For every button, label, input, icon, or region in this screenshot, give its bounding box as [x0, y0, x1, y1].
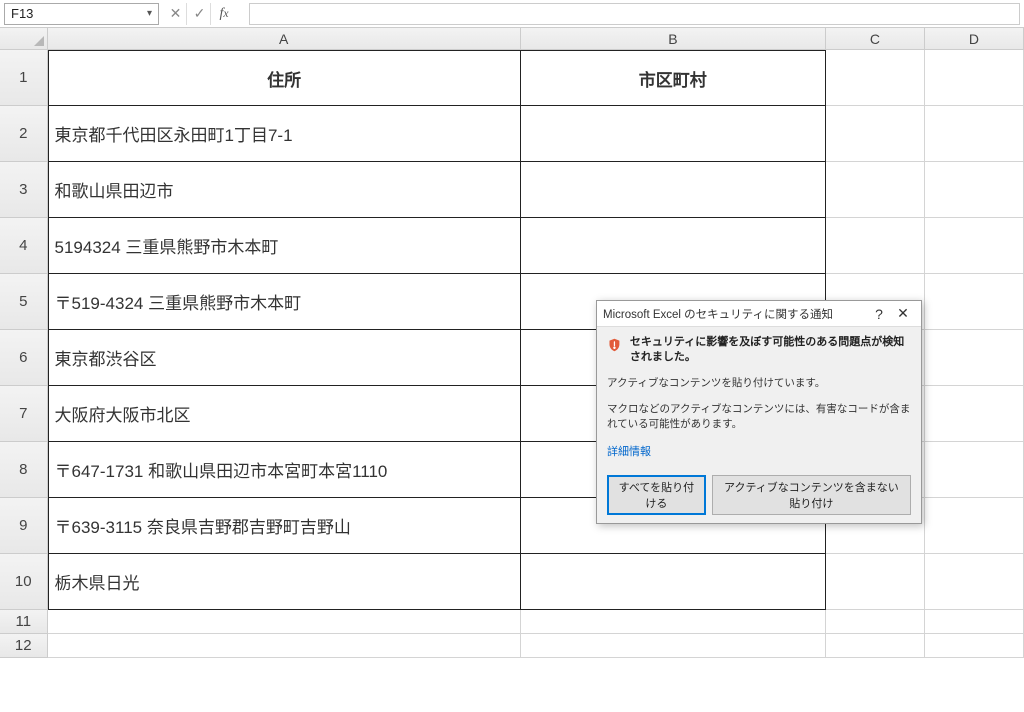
dialog-warning: セキュリティに影響を及ぼす可能性のある問題点が検知されました。: [630, 335, 911, 366]
cell-C[interactable]: [826, 634, 925, 658]
cell-C[interactable]: [826, 218, 925, 274]
row-header[interactable]: 1: [0, 50, 48, 106]
cancel-icon[interactable]: ✕: [165, 3, 187, 25]
cell-C[interactable]: [826, 106, 925, 162]
paste-without-active-button[interactable]: アクティブなコンテンツを含まない貼り付け: [712, 475, 911, 515]
cell-D[interactable]: [925, 386, 1024, 442]
table-row: 12: [0, 634, 1024, 658]
row-header[interactable]: 9: [0, 498, 48, 554]
table-row: 2東京都千代田区永田町1丁目7-1: [0, 106, 1024, 162]
cell-D[interactable]: [925, 330, 1024, 386]
table-row: 1住所市区町村: [0, 50, 1024, 106]
column-header-A[interactable]: A: [48, 28, 521, 50]
cell-D[interactable]: [925, 442, 1024, 498]
chevron-down-icon[interactable]: ▾: [147, 8, 152, 19]
row-header[interactable]: 5: [0, 274, 48, 330]
cell-A[interactable]: 東京都千代田区永田町1丁目7-1: [48, 106, 521, 162]
accept-icon[interactable]: ✓: [189, 3, 211, 25]
select-all-corner[interactable]: [0, 28, 48, 50]
cell-B[interactable]: [521, 610, 826, 634]
dialog-title: Microsoft Excel のセキュリティに関する通知: [603, 306, 867, 322]
cell-A[interactable]: 5194324 三重県熊野市木本町: [48, 218, 521, 274]
cell-D[interactable]: [925, 554, 1024, 610]
cell-A[interactable]: 栃木県日光: [48, 554, 521, 610]
cell-B[interactable]: 市区町村: [521, 50, 826, 106]
cell-A[interactable]: 和歌山県田辺市: [48, 162, 521, 218]
name-box-value: F13: [11, 6, 147, 21]
cell-D[interactable]: [925, 218, 1024, 274]
name-box[interactable]: F13 ▾: [4, 3, 159, 25]
cell-B[interactable]: [521, 162, 826, 218]
table-row: 10栃木県日光: [0, 554, 1024, 610]
row-header[interactable]: 8: [0, 442, 48, 498]
dialog-titlebar[interactable]: Microsoft Excel のセキュリティに関する通知 ? ✕: [597, 301, 921, 327]
cell-C[interactable]: [826, 610, 925, 634]
dialog-line1: アクティブなコンテンツを貼り付けています。: [607, 376, 911, 392]
fx-icon[interactable]: fx: [213, 3, 235, 25]
cell-B[interactable]: [521, 554, 826, 610]
cell-A[interactable]: 〒639-3115 奈良県吉野郡吉野町吉野山: [48, 498, 521, 554]
row-header[interactable]: 7: [0, 386, 48, 442]
row-header[interactable]: 4: [0, 218, 48, 274]
dialog-line2: マクロなどのアクティブなコンテンツには、有害なコードが含まれている可能性がありま…: [607, 402, 911, 434]
cell-A[interactable]: 大阪府大阪市北区: [48, 386, 521, 442]
security-dialog: Microsoft Excel のセキュリティに関する通知 ? ✕ セキュリティ…: [596, 300, 922, 524]
table-row: 3和歌山県田辺市: [0, 162, 1024, 218]
cell-C[interactable]: [826, 50, 925, 106]
cell-D[interactable]: [925, 162, 1024, 218]
close-icon[interactable]: ✕: [891, 305, 915, 322]
row-header[interactable]: 10: [0, 554, 48, 610]
row-header[interactable]: 2: [0, 106, 48, 162]
cell-D[interactable]: [925, 634, 1024, 658]
cell-C[interactable]: [826, 554, 925, 610]
cell-B[interactable]: [521, 218, 826, 274]
cell-A[interactable]: 東京都渋谷区: [48, 330, 521, 386]
row-header[interactable]: 6: [0, 330, 48, 386]
column-header-B[interactable]: B: [521, 28, 826, 50]
help-icon[interactable]: ?: [867, 306, 891, 322]
cell-D[interactable]: [925, 274, 1024, 330]
cell-A[interactable]: [48, 634, 521, 658]
paste-all-button[interactable]: すべてを貼り付ける: [607, 475, 706, 515]
column-headers: A B C D: [0, 28, 1024, 50]
row-header[interactable]: 12: [0, 634, 48, 658]
row-header[interactable]: 3: [0, 162, 48, 218]
formula-bar: F13 ▾ ✕ ✓ fx: [0, 0, 1024, 28]
cell-C[interactable]: [826, 162, 925, 218]
dialog-details-link[interactable]: 詳細情報: [607, 443, 651, 459]
cell-A[interactable]: 〒519-4324 三重県熊野市木本町: [48, 274, 521, 330]
column-header-D[interactable]: D: [925, 28, 1024, 50]
formula-input[interactable]: [249, 3, 1020, 25]
cell-D[interactable]: [925, 50, 1024, 106]
formula-buttons: ✕ ✓ fx: [165, 3, 235, 25]
column-header-C[interactable]: C: [826, 28, 925, 50]
shield-icon: [607, 335, 622, 355]
cell-B[interactable]: [521, 634, 826, 658]
cell-A[interactable]: 〒647-1731 和歌山県田辺市本宮町本宮1110: [48, 442, 521, 498]
cell-D[interactable]: [925, 106, 1024, 162]
cell-A[interactable]: [48, 610, 521, 634]
cell-A[interactable]: 住所: [48, 50, 521, 106]
table-row: 11: [0, 610, 1024, 634]
table-row: 45194324 三重県熊野市木本町: [0, 218, 1024, 274]
cell-D[interactable]: [925, 610, 1024, 634]
row-header[interactable]: 11: [0, 610, 48, 634]
cell-D[interactable]: [925, 498, 1024, 554]
cell-B[interactable]: [521, 106, 826, 162]
